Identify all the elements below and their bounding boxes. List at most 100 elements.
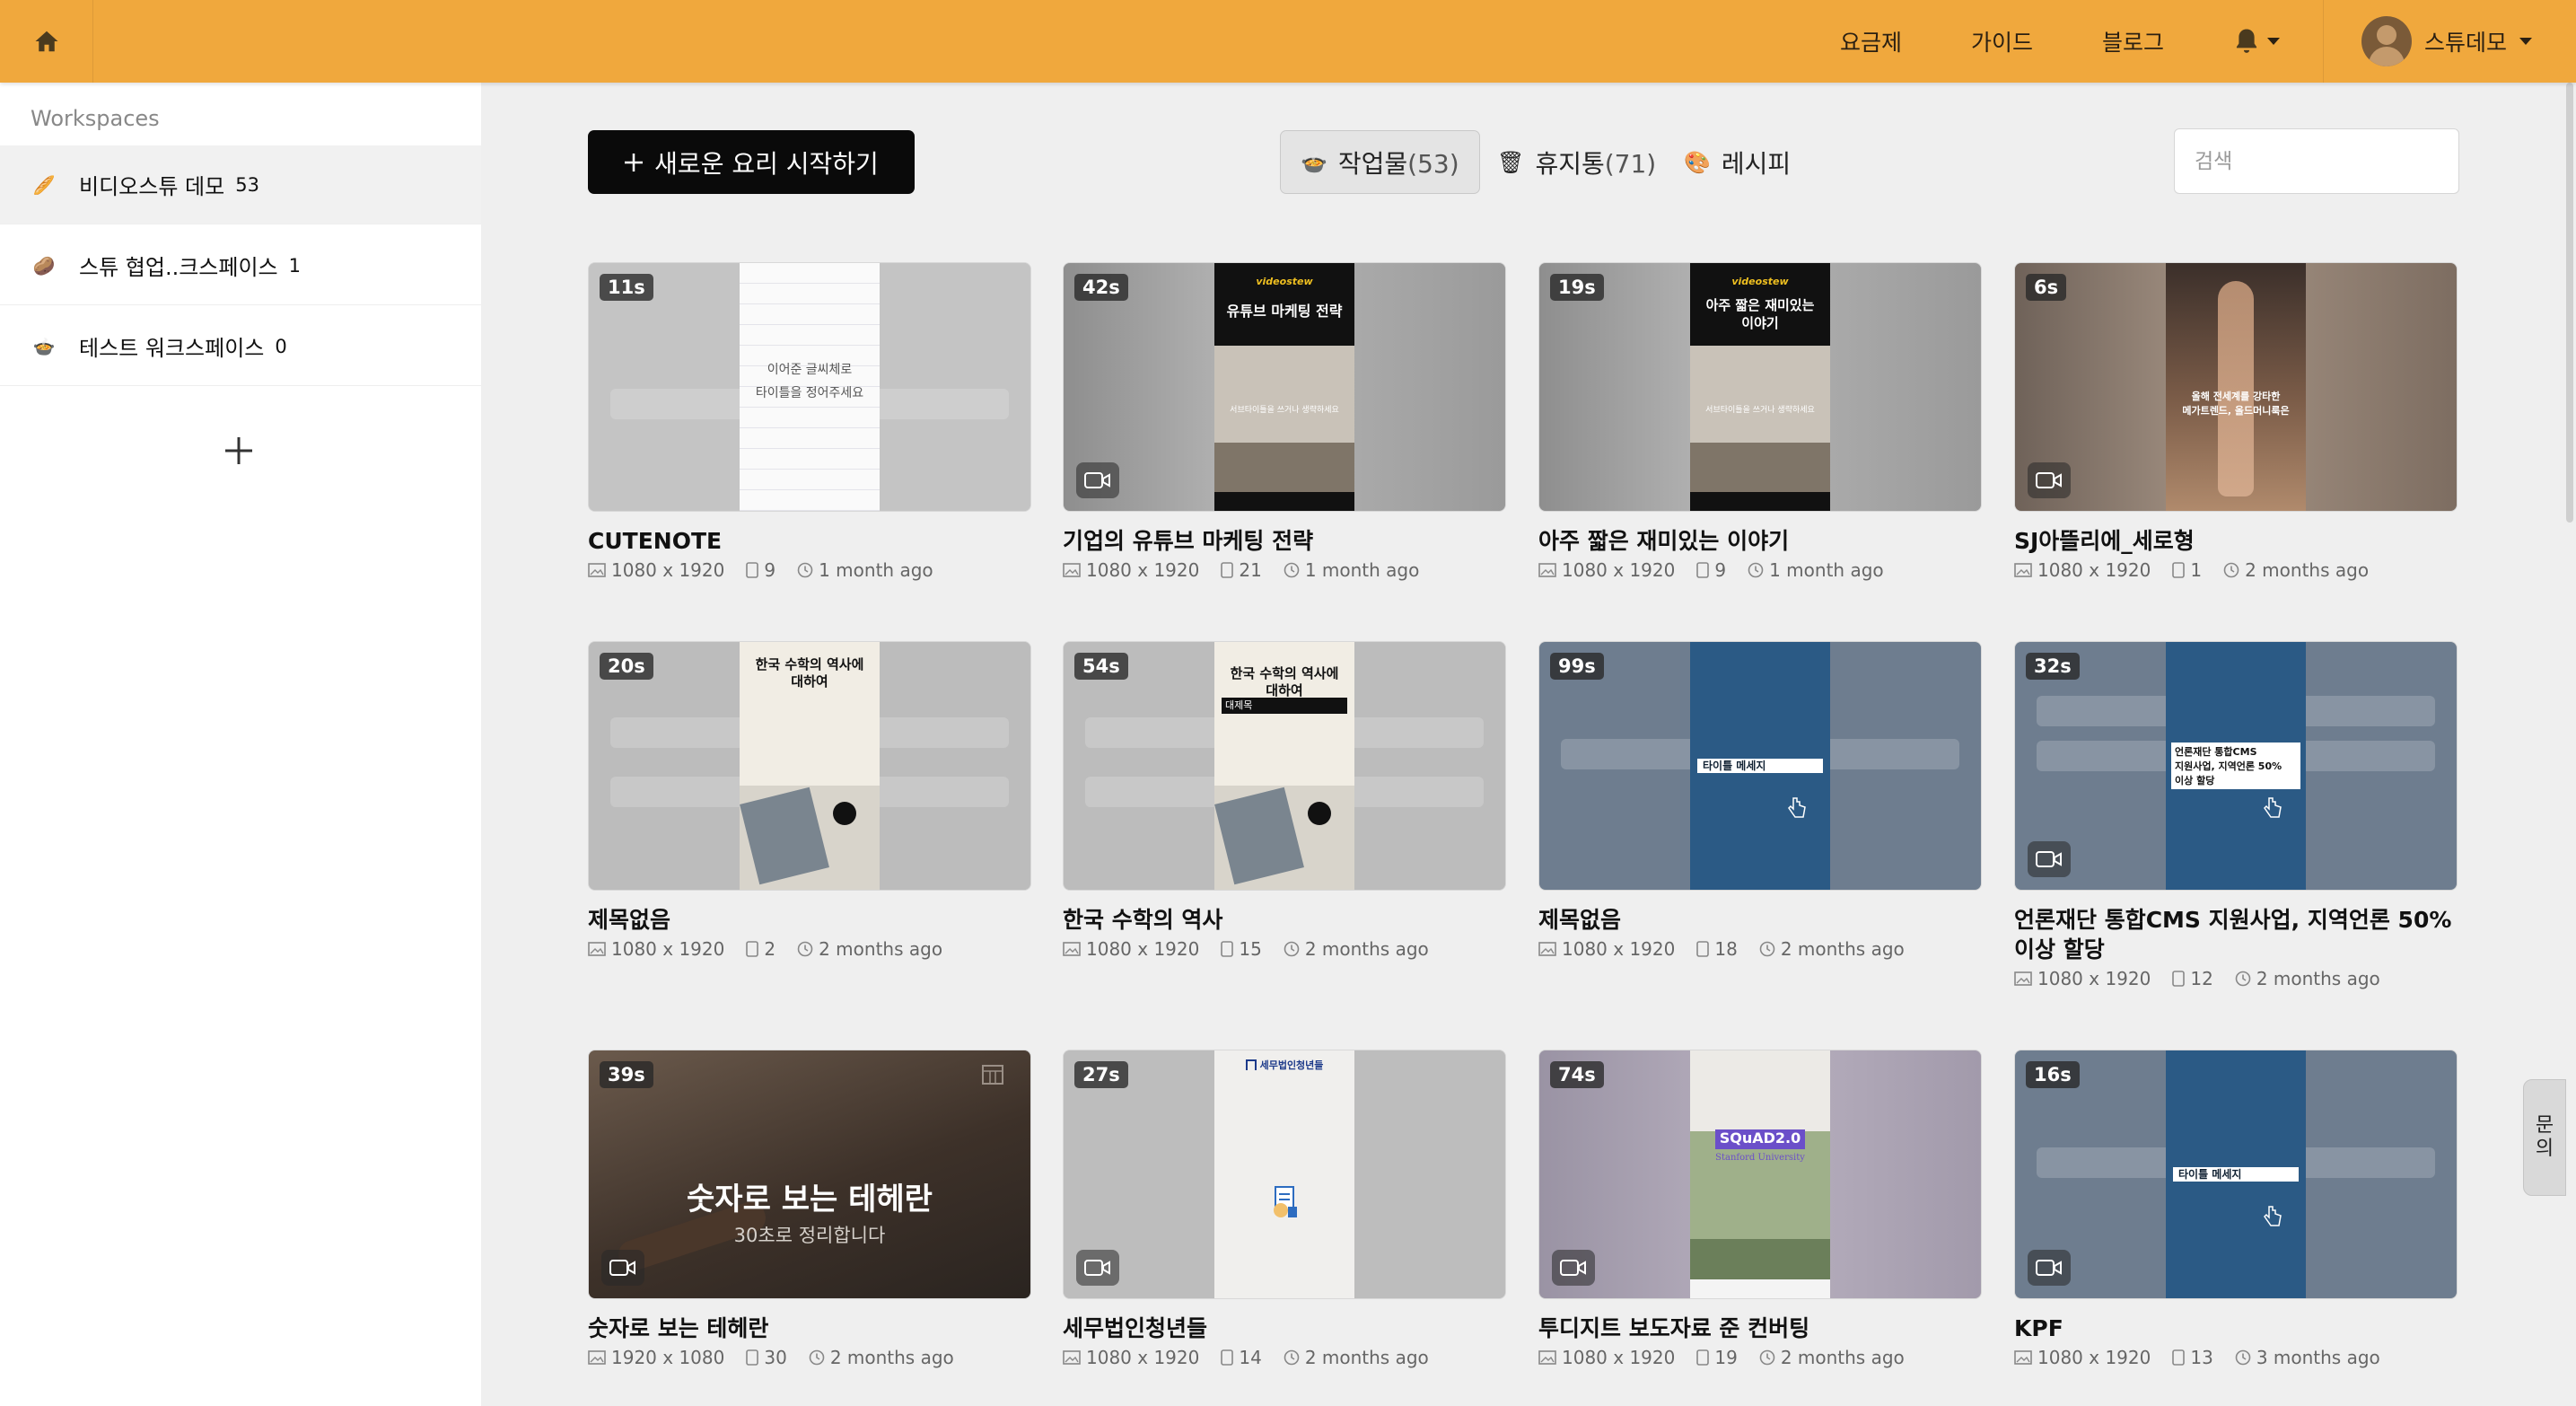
- page-count: 1: [2190, 559, 2203, 581]
- video-icon: [601, 1250, 644, 1286]
- video-icon: [2028, 1250, 2071, 1286]
- home-button[interactable]: [0, 0, 93, 83]
- thumbnail-subtext: Stanford University: [1715, 1153, 1805, 1163]
- brand-text: videostew: [1256, 276, 1313, 287]
- search-input[interactable]: [2174, 128, 2459, 194]
- thumbnail-text: 이어준 글씨체로: [767, 363, 853, 377]
- clock-icon: [809, 1349, 825, 1366]
- workspace-count: 1: [288, 254, 301, 277]
- project-meta: 1080 x 1920 18 2 months ago: [1538, 938, 1982, 960]
- pages-icon: [2172, 562, 2186, 578]
- project-thumbnail[interactable]: videostew 아주 짧은 재미있는 이야기 서브타이틀을 쓰거나 생략하세…: [1538, 262, 1982, 512]
- project-thumbnail[interactable]: 세무법인청년들 27s: [1063, 1050, 1506, 1299]
- clock-icon: [1284, 941, 1300, 957]
- resolution: 1080 x 1920: [611, 559, 725, 581]
- project-thumbnail[interactable]: videostew 유튜브 마케팅 전략 서브타이틀을 쓰거나 생략하세요 42…: [1063, 262, 1506, 512]
- project-thumbnail[interactable]: 한국 수학의 역사에 대하여 20s: [588, 641, 1031, 891]
- project-thumbnail[interactable]: 이어준 글씨체로 타이틀을 정어주세요 11s: [588, 262, 1031, 512]
- project-card[interactable]: videostew 아주 짧은 재미있는 이야기 서브타이틀을 쓰거나 생략하세…: [1538, 262, 1982, 581]
- workspace-count: 0: [275, 335, 287, 357]
- project-title: 숫자로 보는 테헤란: [588, 1315, 769, 1341]
- workspace-item[interactable]: 🥔 스튜 협업..크스페이스 1: [0, 226, 481, 305]
- scrollbar-thumb[interactable]: [2566, 83, 2573, 523]
- project-card[interactable]: 세무법인청년들 27s 세무법인청년들 1080 x 1920 14 2 mon…: [1063, 1050, 1506, 1368]
- page-count: 21: [1239, 559, 1262, 581]
- project-thumbnail[interactable]: 언론재단 통합CMS 지원사업, 지역언론 50% 이상 할당 32s: [2014, 641, 2458, 891]
- project-thumbnail[interactable]: 타이틀 메세지 16s: [2014, 1050, 2458, 1299]
- new-project-button[interactable]: 새로운 요리 시작하기: [588, 130, 915, 194]
- project-card[interactable]: 언론재단 통합CMS 지원사업, 지역언론 50% 이상 할당 32s 언론재단…: [2014, 641, 2458, 989]
- project-card[interactable]: 한국 수학의 역사에 대하여 대제목 54s 한국 수학의 역사 1080 x …: [1063, 641, 1506, 960]
- project-card[interactable]: 숫자로 보는 테헤란 30초로 정리합니다 39s 숫자로 보는 테헤란 192…: [588, 1050, 1031, 1368]
- workspace-name: 비디오스튜 데모: [79, 174, 225, 199]
- image-icon: [1063, 942, 1081, 956]
- inquiry-button[interactable]: 문 의: [2523, 1079, 2566, 1196]
- project-thumbnail[interactable]: 숫자로 보는 테헤란 30초로 정리합니다 39s: [588, 1050, 1031, 1299]
- project-thumbnail[interactable]: 한국 수학의 역사에 대하여 대제목 54s: [1063, 641, 1506, 891]
- tab-label: 휴지통: [1535, 148, 1605, 179]
- duration-badge: 42s: [1074, 274, 1128, 301]
- duration-badge: 20s: [600, 653, 653, 680]
- pages-icon: [1696, 1349, 1710, 1366]
- page-count: 13: [2190, 1347, 2213, 1368]
- trash-icon: 🗑: [1497, 149, 1525, 175]
- clock-icon: [1759, 1349, 1775, 1366]
- duration-badge: 16s: [2026, 1061, 2080, 1088]
- resolution: 1080 x 1920: [1562, 1347, 1676, 1368]
- project-card[interactable]: 타이틀 메세지 99s 제목없음 1080 x 1920 18 2 months…: [1538, 641, 1982, 960]
- image-icon: [1538, 942, 1556, 956]
- pages-icon: [2172, 1349, 2186, 1366]
- last-updated: 2 months ago: [1304, 938, 1429, 960]
- workspace-name: 스튜 협업..크스페이스: [79, 255, 278, 280]
- tab-projects[interactable]: 🍲 작업물(53): [1280, 130, 1480, 194]
- nav-pricing-link[interactable]: 요금제: [1840, 0, 1902, 83]
- project-title: 투디지트 보도자료 준 컨버팅: [1538, 1315, 1810, 1341]
- project-title: 제목없음: [1538, 907, 1622, 933]
- video-icon: [1076, 462, 1119, 498]
- thumbnail-text: 한국 수학의 역사에: [755, 656, 864, 672]
- image-icon: [588, 942, 606, 956]
- project-title: 한국 수학의 역사: [1063, 907, 1223, 933]
- clock-icon: [2235, 1349, 2251, 1366]
- workspace-item[interactable]: 🍲 테스트 워크스페이스 0: [0, 307, 481, 386]
- pages-icon: [1221, 1349, 1234, 1366]
- thumbnail-text: 메가트렌드, 올드머니룩은: [2182, 405, 2290, 417]
- user-menu[interactable]: 스튜데모: [2323, 0, 2576, 83]
- resolution: 1920 x 1080: [611, 1347, 725, 1368]
- chevron-down-icon: [2519, 38, 2533, 45]
- image-icon: [588, 563, 606, 577]
- project-card[interactable]: SQuAD2.0 Stanford University 74s 투디지트 보도…: [1538, 1050, 1982, 1368]
- workspace-item[interactable]: 🥖 비디오스튜 데모 53: [0, 145, 481, 224]
- avatar: [2361, 16, 2412, 66]
- thumbnail-text: 대하여: [791, 673, 828, 690]
- tab-recipes[interactable]: 🎨 레시피: [1684, 130, 1791, 194]
- project-thumbnail[interactable]: SQuAD2.0 Stanford University 74s: [1538, 1050, 1982, 1299]
- image-icon: [2014, 563, 2032, 577]
- project-title: SJ아뜰리에_세로형: [2014, 528, 2195, 554]
- tab-label: 레시피: [1721, 148, 1792, 179]
- project-thumbnail[interactable]: 타이틀 메세지 99s: [1538, 641, 1982, 891]
- image-icon: [2014, 1350, 2032, 1365]
- project-card[interactable]: 이어준 글씨체로 타이틀을 정어주세요 11s CUTENOTE 1080 x …: [588, 262, 1031, 581]
- project-card[interactable]: 타이틀 메세지 16s KPF 1080 x 1920 13 3 months …: [2014, 1050, 2458, 1368]
- nav-blog-link[interactable]: 블로그: [2102, 0, 2164, 83]
- potato-icon: 🥔: [32, 254, 56, 277]
- thumbnail-subtext: 서브타이틀을 쓰거나 생략하세요: [1705, 406, 1815, 415]
- pages-icon: [1696, 562, 1710, 578]
- bread-icon: 🥖: [32, 173, 56, 196]
- project-meta: 1080 x 1920 13 3 months ago: [2014, 1347, 2458, 1368]
- notifications-button[interactable]: [2221, 0, 2292, 83]
- workspace-count: 53: [235, 173, 259, 196]
- project-card[interactable]: 한국 수학의 역사에 대하여 20s 제목없음 1080 x 1920 2 2 …: [588, 641, 1031, 960]
- project-card[interactable]: videostew 유튜브 마케팅 전략 서브타이틀을 쓰거나 생략하세요 42…: [1063, 262, 1506, 581]
- project-card[interactable]: 올해 전세계를 강타한 메가트렌드, 올드머니룩은 6s SJ아뜰리에_세로형 …: [2014, 262, 2458, 581]
- tab-trash[interactable]: 🗑 휴지통(71): [1497, 130, 1656, 194]
- thumbnail-text: 이야기: [1741, 315, 1779, 331]
- workspaces-heading: Workspaces: [31, 106, 160, 131]
- nav-guide-link[interactable]: 가이드: [1971, 0, 2033, 83]
- project-thumbnail[interactable]: 올해 전세계를 강타한 메가트렌드, 올드머니룩은 6s: [2014, 262, 2458, 512]
- resolution: 1080 x 1920: [2037, 1347, 2151, 1368]
- add-workspace-button[interactable]: [212, 424, 266, 478]
- newspaper-image: [1214, 786, 1304, 885]
- image-icon: [1063, 1350, 1081, 1365]
